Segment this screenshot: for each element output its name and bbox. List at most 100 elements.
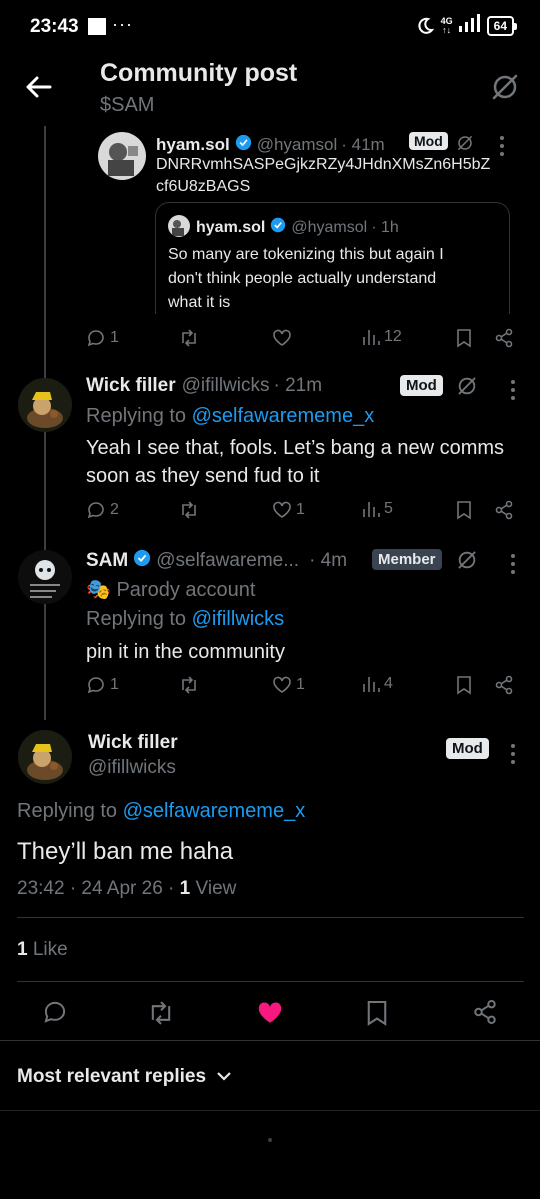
post-time: · 4m [309,550,348,571]
replying-to-link[interactable]: @selfawarememe_x [123,800,306,822]
more-options-icon[interactable] [497,136,507,160]
bookmark-button[interactable] [366,999,388,1027]
community-icon[interactable] [490,72,520,107]
like-button[interactable]: 1 [272,500,305,520]
replying-to: Replying to @ifillwicks [86,608,285,630]
bookmark-button[interactable] [456,328,472,348]
like-count: 1 [296,676,305,693]
repost-button[interactable] [178,500,200,520]
sort-replies-dropdown[interactable]: Most relevant replies [17,1066,232,1088]
share-button[interactable] [472,999,498,1025]
share-button[interactable] [494,675,514,695]
reply-count: 1 [110,329,119,346]
avatar[interactable] [18,378,72,432]
quoted-post[interactable]: hyam.sol @hyamsol · 1h So many are token… [155,202,510,314]
community-icon [456,375,478,402]
replying-to: Replying to @selfawarememe_x [86,405,375,427]
post-text-line: DNRRvmhSASPeGjkzRZy4JHdnXMsZn6H5bZ [156,156,491,173]
verified-badge-icon [133,549,151,573]
community-name: $SAM [100,94,155,116]
divider [0,1040,540,1041]
author-handle[interactable]: @ifillwicks [182,375,270,397]
author-handle[interactable]: @hyamsol [257,135,338,155]
author-handle[interactable]: @selfawareme... [156,550,299,572]
avatar[interactable] [18,550,72,604]
post-actions: 2 1 5 [86,500,526,526]
quote-author-name: hyam.sol [196,218,266,236]
more-options-icon[interactable] [508,744,518,768]
parody-icon: 🎭 [86,579,111,601]
author-name[interactable]: Wick filler [88,732,178,754]
mod-badge: Mod [446,738,489,759]
status-bar: 23:43 ··· 4G ↑↓ 64 [0,0,540,52]
battery-indicator: 64 [486,15,518,36]
post-actions: 1 12 [86,328,526,354]
reply-button[interactable] [42,999,68,1025]
post-time: · 41m [341,135,385,154]
avatar[interactable] [18,730,72,784]
reply-button[interactable]: 2 [86,500,119,520]
main-post-text: They’ll ban me haha [17,838,234,865]
author-handle[interactable]: @ifillwicks [88,757,176,779]
status-time: 23:43 [30,16,79,37]
bookmark-button[interactable] [456,500,472,520]
signal-icon [458,14,481,37]
notification-icon [88,18,106,35]
likes-summary[interactable]: 1 Like [17,939,68,961]
like-count: 1 [296,501,305,518]
views-button[interactable]: 12 [362,328,402,346]
replying-to: Replying to @selfawarememe_x [17,800,306,822]
bookmark-button[interactable] [456,675,472,695]
verified-badge-icon [235,134,252,156]
author-name[interactable]: Wick filler [86,375,176,397]
views-button[interactable]: 5 [362,500,393,518]
views-count: 5 [384,500,393,517]
like-button[interactable]: 1 [272,675,305,695]
do-not-disturb-icon [415,16,435,36]
network-type: 4G ↑↓ [440,15,453,35]
post-text-line: soon as they send fud to it [86,465,320,487]
quote-time: · 1h [371,218,399,236]
mod-badge: Mod [400,375,443,396]
likes-count: 1 [17,939,28,960]
reply-count: 2 [110,501,119,518]
share-button[interactable] [494,500,514,520]
author-name[interactable]: SAM [86,550,128,572]
replying-to-link[interactable]: @selfawarememe_x [192,405,375,427]
back-arrow-icon[interactable] [24,72,54,102]
post-actions: 1 1 4 [86,675,526,701]
reply-button[interactable]: 1 [86,328,119,348]
avatar[interactable] [98,132,146,180]
more-options-icon[interactable] [508,380,518,404]
community-icon [456,549,478,576]
quote-text-line: what it is [168,294,231,311]
share-button[interactable] [494,328,514,348]
reply-button[interactable]: 1 [86,675,119,695]
post-text-line: Yeah I see that, fools. Let’s bang a new… [86,437,505,459]
chevron-down-icon [216,1066,232,1088]
post-timestamp: 23:42 · 24 Apr 26 · 1 View [17,878,237,899]
reply-count: 1 [110,676,119,693]
mod-badge: Mod [409,132,448,150]
post-text-line: pin it in the community [86,641,285,663]
more-options-icon[interactable] [508,554,518,578]
replying-to-link[interactable]: @ifillwicks [192,608,285,630]
post-time: · 21m [273,375,323,396]
like-button[interactable] [272,328,292,348]
views-button[interactable]: 4 [362,675,393,693]
main-post-actions [0,995,540,1065]
main-post: Wick filler @ifillwicks Mod Replying to … [0,722,540,972]
views-count: 4 [384,675,393,692]
reply-composer-area [0,1110,540,1199]
parody-label: 🎭 Parody account [86,579,256,601]
like-button-active[interactable] [256,999,284,1027]
quote-author-handle: @hyamsol [291,218,368,236]
repost-button[interactable] [146,999,176,1027]
member-badge: Member [372,549,442,570]
repost-button[interactable] [178,675,200,695]
author-name[interactable]: hyam.sol [156,135,230,155]
post-text-line: cf6U8zBAGS [156,178,251,195]
repost-button[interactable] [178,328,200,348]
more-notifications-icon: ··· [112,14,133,34]
page-title: Community post [100,59,298,87]
